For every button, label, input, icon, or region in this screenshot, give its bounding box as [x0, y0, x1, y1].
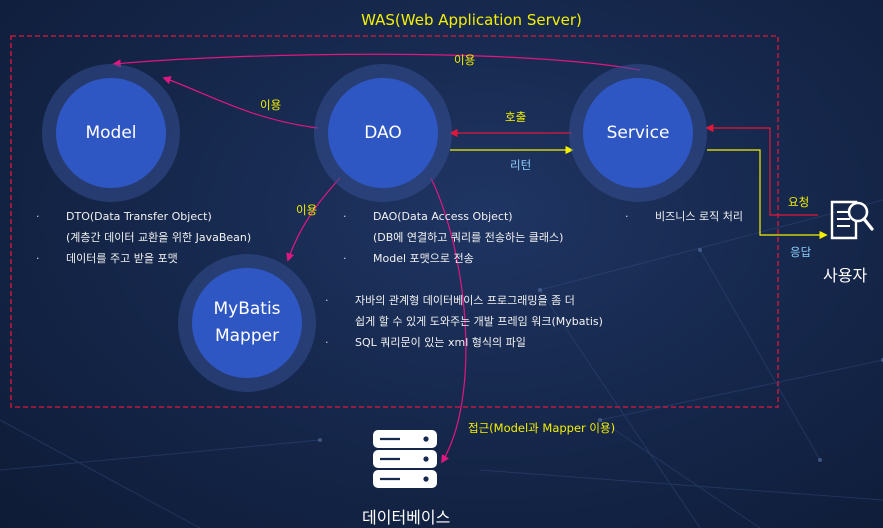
mybatis-desc-line: SQL 쿼리문이 있는 xml 형식의 파일 [325, 332, 603, 353]
model-desc-line: DTO(Data Transfer Object) [36, 206, 251, 227]
database-icon [373, 430, 437, 488]
label-response: 응답 [790, 245, 812, 259]
service-desc-line: 비즈니스 로직 처리 [625, 206, 743, 227]
model-desc-line: (계층간 데이터 교환을 위한 JavaBean) [66, 231, 252, 244]
mybatis-node-line1: MyBatis [213, 299, 281, 319]
edge-dao-model [162, 76, 319, 129]
dao-desc-line: (DB에 연결하고 쿼리를 전송하는 클래스) [373, 231, 564, 244]
service-node-label: Service [606, 122, 670, 143]
mybatis-desc-line: 자바의 관계형 데이터베이스 프로그래밍을 좀 더 [325, 290, 603, 311]
mybatis-description: 자바의 관계형 데이터베이스 프로그래밍을 좀 더 쉽게 할 수 있게 도와주는… [325, 290, 603, 353]
service-node: Service [583, 78, 693, 188]
dao-desc-line: Model 포맷으로 전송 [343, 248, 563, 269]
label-service-model: 이용 [454, 53, 476, 67]
label-dao-model: 이용 [260, 98, 282, 112]
document-search-icon [830, 200, 874, 240]
mybatis-node: MyBatis Mapper [192, 268, 302, 378]
dao-description: DAO(Data Access Object) (DB에 연결하고 쿼리를 전송… [343, 206, 563, 269]
database-label: 데이터베이스 [362, 508, 451, 527]
mybatis-node-text: MyBatis Mapper [213, 296, 280, 350]
label-dao-mybatis: 이용 [296, 203, 318, 217]
model-description: DTO(Data Transfer Object) (계층간 데이터 교환을 위… [36, 206, 251, 269]
service-description: 비즈니스 로직 처리 [625, 206, 743, 227]
label-call: 호출 [505, 110, 527, 124]
model-desc-line: 데이터를 주고 받을 포맷 [36, 248, 251, 269]
model-node: Model [56, 78, 166, 188]
mybatis-node-line2: Mapper [214, 326, 280, 346]
dao-node-label: DAO [364, 122, 402, 143]
user-label: 사용자 [823, 266, 868, 285]
edge-service-model [112, 53, 641, 71]
mybatis-desc-line: 쉽게 할 수 있게 도와주는 개발 프레임 워크(Mybatis) [355, 315, 603, 328]
dao-node: DAO [328, 78, 438, 188]
label-return: 리턴 [510, 158, 532, 172]
label-access: 접근(Model과 Mapper 이용) [468, 421, 616, 435]
edge-dao-mybatis [286, 177, 341, 262]
label-request: 요청 [788, 195, 810, 209]
dao-desc-line: DAO(Data Access Object) [343, 206, 563, 227]
model-node-label: Model [85, 122, 137, 143]
